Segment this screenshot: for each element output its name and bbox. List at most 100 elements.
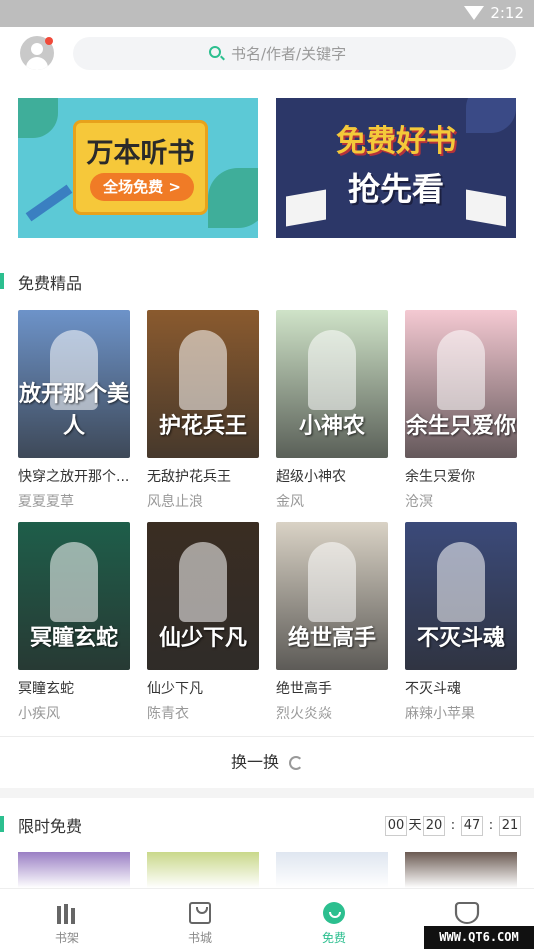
book-title[interactable]: 冥瞳玄蛇 <box>18 678 130 698</box>
cover-figure <box>179 542 227 622</box>
book-cover[interactable]: 绝世高手 <box>276 522 388 670</box>
top-header <box>0 27 534 81</box>
timer-minutes: 47 <box>461 816 483 836</box>
nav-label: 书城 <box>187 931 212 945</box>
book-author: 麻辣小苹果 <box>405 706 475 722</box>
cover-title: 不灭斗魂 <box>416 626 505 651</box>
book-title[interactable]: 仙少下凡 <box>147 678 259 698</box>
leaf-decoration <box>18 98 58 138</box>
refresh-label: 换一换 <box>230 752 279 772</box>
book-item[interactable]: 护花兵王无敌护花兵王风息止浪 <box>147 310 259 511</box>
cover-figure <box>308 542 356 622</box>
book-cover[interactable]: 护花兵王 <box>147 310 259 458</box>
cover-title: 护花兵王 <box>158 414 247 439</box>
wifi-icon <box>464 6 484 20</box>
discover-icon <box>454 902 480 924</box>
section-gap <box>0 788 534 798</box>
book-cover[interactable]: 仙少下凡 <box>147 522 259 670</box>
timer-days: 00 <box>385 816 407 836</box>
limited-book-cover[interactable] <box>18 852 130 888</box>
book-item[interactable]: 余生只爱你 余生只爱你 沧溟 <box>405 310 517 511</box>
status-time: 2:12 <box>490 4 524 22</box>
book-icon <box>466 189 506 227</box>
free-icon <box>323 902 345 924</box>
countdown-timer: 00 天 20:47:21 <box>384 814 522 836</box>
book-item[interactable]: 放开那个美人快穿之放开那个... 夏夏夏草 <box>18 310 130 511</box>
book-item[interactable]: 小神农超级小神农金风 <box>276 310 388 511</box>
avatar-head <box>31 43 43 55</box>
refresh-button[interactable]: 换一换 <box>0 736 534 788</box>
cover-title: 仙少下凡 <box>158 626 247 651</box>
timer-hours: 20 <box>423 816 445 836</box>
section-title: 免费精品 <box>18 274 83 293</box>
limited-book-cover[interactable] <box>147 852 259 888</box>
book-author: 风息止浪 <box>147 494 203 510</box>
cover-figure <box>437 330 485 410</box>
book-title[interactable]: 余生只爱你 <box>405 466 517 486</box>
cover-figure <box>308 330 356 410</box>
book-icon <box>286 189 326 227</box>
timer-colon: : <box>450 818 456 833</box>
book-cover[interactable]: 小神农 <box>276 310 388 458</box>
timer-seconds: 21 <box>499 816 521 836</box>
book-author: 金风 <box>276 494 304 510</box>
limited-book-cover[interactable] <box>405 852 517 888</box>
cover-title: 绝世高手 <box>287 626 376 651</box>
book-item[interactable]: 不灭斗魂 不灭斗魂 麻辣小苹果 <box>405 522 517 723</box>
refresh-icon <box>289 755 303 770</box>
nav-label: 书架 <box>54 931 79 945</box>
search-icon <box>209 46 221 58</box>
cover-figure <box>437 542 485 622</box>
section-title: 限时免费 <box>18 817 83 836</box>
search-bar[interactable] <box>73 37 516 70</box>
banner-free-button[interactable]: 全场免费 > <box>90 173 194 201</box>
book-item[interactable]: 绝世高手 绝世高手 烈火炎焱 <box>276 522 388 723</box>
watermark: WWW.QT6.COM <box>424 926 534 949</box>
leaf-decoration <box>208 168 258 228</box>
search-input[interactable] <box>231 37 491 70</box>
pencil-icon <box>25 184 73 222</box>
book-author: 沧溟 <box>405 494 433 510</box>
book-title[interactable]: 绝世高手 <box>276 678 388 698</box>
book-cover[interactable]: 冥瞳玄蛇 <box>18 522 130 670</box>
book-title[interactable]: 快穿之放开那个... <box>18 466 130 486</box>
banner-board: 万本听书 全场免费 > <box>73 120 208 215</box>
nav-bookshelf[interactable]: 书架 <box>17 889 117 949</box>
status-bar: 2:12 <box>0 0 534 27</box>
cover-figure <box>50 542 98 622</box>
book-title[interactable]: 不灭斗魂 <box>405 678 517 698</box>
book-cover[interactable]: 余生只爱你 <box>405 310 517 458</box>
cover-title: 冥瞳玄蛇 <box>29 626 118 651</box>
section-accent-bar <box>0 273 4 289</box>
timer-day-unit: 天 <box>408 818 422 833</box>
banner-audiobooks[interactable]: 万本听书 全场免费 > <box>18 98 258 238</box>
cover-title: 小神农 <box>298 414 365 439</box>
timer-colon: : <box>488 818 494 833</box>
notification-dot <box>45 37 53 45</box>
book-author: 陈青衣 <box>147 706 189 722</box>
cover-figure <box>179 330 227 410</box>
book-item[interactable]: 仙少下凡 仙少下凡 陈青衣 <box>147 522 259 723</box>
book-author: 夏夏夏草 <box>18 494 74 510</box>
book-author: 烈火炎焱 <box>276 706 332 722</box>
nav-label: 免费 <box>321 931 346 945</box>
book-item[interactable]: 冥瞳玄蛇 冥瞳玄蛇 小疾风 <box>18 522 130 723</box>
avatar-body <box>26 57 48 70</box>
nav-free[interactable]: 免费 <box>284 889 384 949</box>
bookshelf-icon <box>56 902 78 924</box>
banner-title: 免费好书 <box>336 124 456 159</box>
limited-book-cover[interactable] <box>276 852 388 888</box>
section-accent-bar <box>0 816 4 832</box>
book-cover[interactable]: 放开那个美人 <box>18 310 130 458</box>
cover-title: 放开那个美人 <box>18 382 129 439</box>
cover-title: 余生只爱你 <box>405 414 516 439</box>
book-cover[interactable]: 不灭斗魂 <box>405 522 517 670</box>
section-featured-header: 免费精品 <box>0 266 534 296</box>
book-author: 小疾风 <box>18 706 60 722</box>
book-title[interactable]: 超级小神农 <box>276 466 388 486</box>
banner-title: 万本听书 <box>86 138 195 169</box>
nav-bookstore[interactable]: 书城 <box>150 889 250 949</box>
book-title[interactable]: 无敌护花兵王 <box>147 466 259 486</box>
bookstore-icon <box>189 902 211 924</box>
banner-free-books[interactable]: 免费好书 抢先看 <box>276 98 516 238</box>
